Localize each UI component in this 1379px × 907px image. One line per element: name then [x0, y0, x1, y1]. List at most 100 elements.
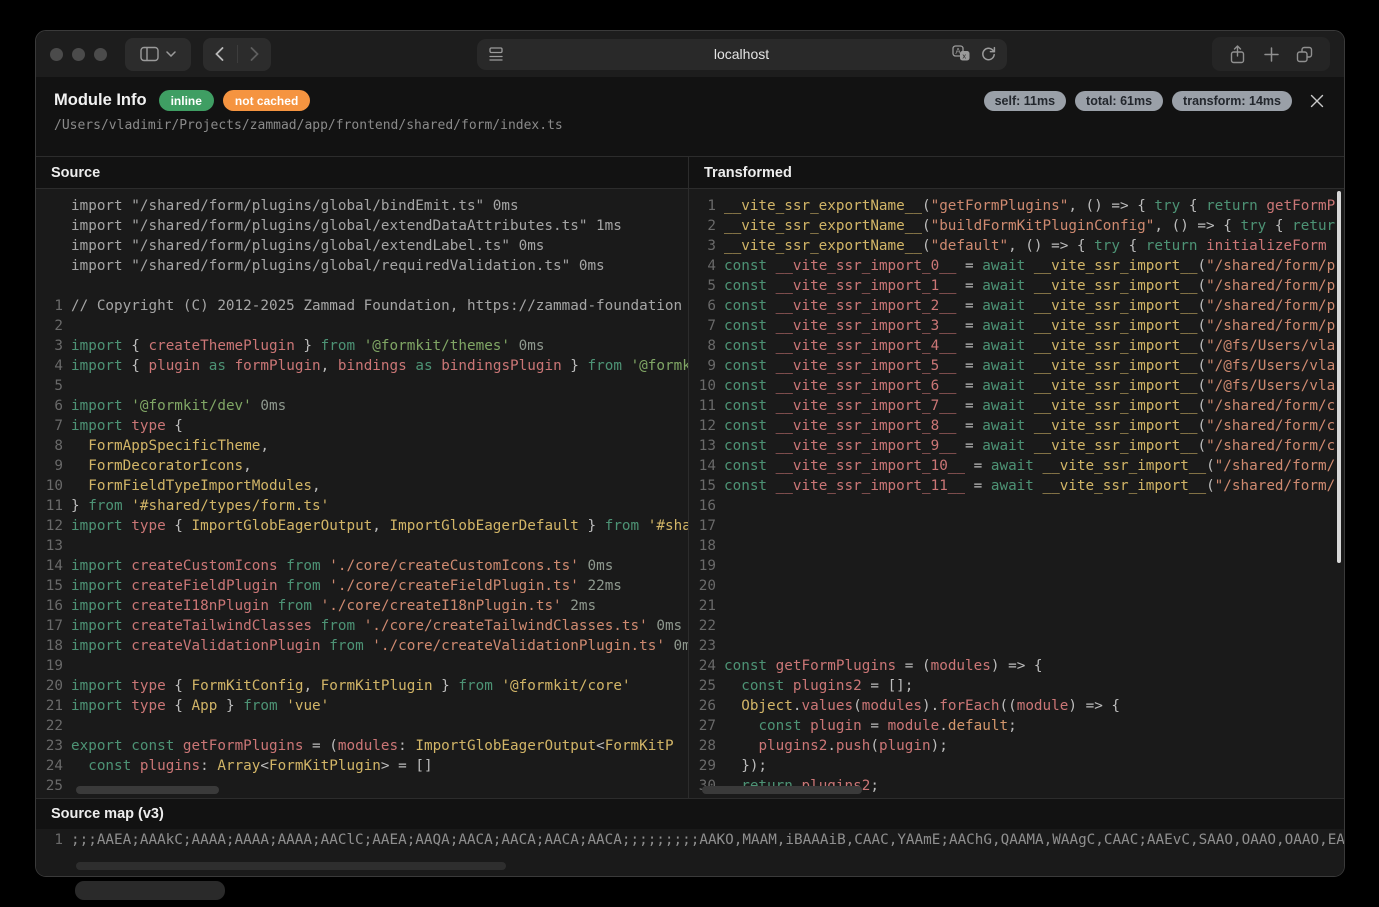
code-line: 3__vite_ssr_exportName__("default", () =…	[689, 236, 1344, 256]
transform-time-badge: transform: 14ms	[1172, 91, 1292, 111]
code-line: 6import '@formkit/dev' 0ms	[36, 396, 688, 416]
code-line: 23export const getFormPlugins = (modules…	[36, 736, 688, 756]
code-line: 4import { plugin as formPlugin, bindings…	[36, 356, 688, 376]
sourcemap-hscrollbar[interactable]	[76, 862, 506, 870]
share-icon[interactable]	[1229, 45, 1246, 64]
total-time-badge: total: 61ms	[1075, 91, 1163, 111]
code-line: 16	[689, 496, 1344, 516]
transformed-code-block[interactable]: 1__vite_ssr_exportName__("getFormPlugins…	[689, 189, 1344, 798]
transformed-panel: Transformed 1__vite_ssr_exportName__("ge…	[689, 157, 1344, 798]
sourcemap-code-block[interactable]: 1 ;;;AAEA;AAAkC;AAAA;AAAA;AAAA;AAClC;AAE…	[36, 829, 1344, 876]
sourcemap-line-number: 1	[36, 829, 71, 851]
tab-overview-icon[interactable]	[1296, 46, 1313, 63]
code-line: 29 });	[689, 756, 1344, 776]
code-line: 21	[689, 596, 1344, 616]
code-line: 10 FormFieldTypeImportModules,	[36, 476, 688, 496]
sourcemap-title: Source map (v3)	[36, 799, 1344, 829]
code-line: import "/shared/form/plugins/global/exte…	[36, 216, 688, 236]
transformed-hscrollbar[interactable]	[702, 786, 862, 794]
code-line: 8const __vite_ssr_import_4__ = await __v…	[689, 336, 1344, 356]
forward-button[interactable]	[238, 38, 272, 71]
not-cached-badge: not cached	[223, 90, 310, 111]
code-line: 8 FormAppSpecificTheme,	[36, 436, 688, 456]
page-vscrollbar[interactable]	[1337, 191, 1341, 563]
code-line: 19	[689, 556, 1344, 576]
close-window-button[interactable]	[50, 48, 63, 61]
code-line: 22	[36, 716, 688, 736]
code-line: 2	[36, 316, 688, 336]
dock-hint-bar	[75, 881, 225, 900]
self-time-badge: self: 11ms	[984, 91, 1066, 111]
code-line: 16import createI18nPlugin from './core/c…	[36, 596, 688, 616]
code-line: 10const __vite_ssr_import_6__ = await __…	[689, 376, 1344, 396]
code-line: 1// Copyright (C) 2012-2025 Zammad Found…	[36, 296, 688, 316]
toolbar-right-buttons	[1212, 37, 1330, 71]
code-line: 13const __vite_ssr_import_9__ = await __…	[689, 436, 1344, 456]
traffic-lights	[50, 48, 107, 61]
code-line: 20	[689, 576, 1344, 596]
url-text: localhost	[714, 46, 769, 62]
code-line: 15const __vite_ssr_import_11__ = await _…	[689, 476, 1344, 496]
code-line: import "/shared/form/plugins/global/bind…	[36, 196, 688, 216]
svg-text:x: x	[962, 51, 966, 60]
page-title: Module Info	[54, 91, 147, 110]
address-bar[interactable]: localhost A x	[477, 39, 1007, 70]
sourcemap-mappings: ;;;AAEA;AAAkC;AAAA;AAAA;AAAA;AAClC;AAEA;…	[71, 829, 1344, 851]
code-line: 14const __vite_ssr_import_10__ = await _…	[689, 456, 1344, 476]
code-line: 20import type { FormKitConfig, FormKitPl…	[36, 676, 688, 696]
sidebar-icon	[140, 46, 159, 62]
source-panel: Source import "/shared/form/plugins/glob…	[36, 157, 689, 798]
code-line: 18	[689, 536, 1344, 556]
code-line: 3import { createThemePlugin } from '@for…	[36, 336, 688, 356]
code-line: 13	[36, 536, 688, 556]
transformed-panel-title: Transformed	[689, 157, 1344, 189]
sourcemap-line: 1 ;;;AAEA;AAAkC;AAAA;AAAA;AAAA;AAClC;AAE…	[36, 829, 1344, 851]
zoom-window-button[interactable]	[94, 48, 107, 61]
module-header: Module Info inline not cached self: 11ms…	[36, 77, 1344, 156]
code-line: 9const __vite_ssr_import_5__ = await __v…	[689, 356, 1344, 376]
sourcemap-section: Source map (v3) 1 ;;;AAEA;AAAkC;AAAA;AAA…	[36, 799, 1344, 876]
browser-window: localhost A x	[35, 30, 1345, 877]
reader-icon[interactable]	[488, 46, 504, 63]
translate-icon[interactable]: A x	[952, 45, 970, 62]
url-area: localhost A x	[283, 39, 1200, 70]
code-line: 22	[689, 616, 1344, 636]
code-line: 25 const plugins2 = [];	[689, 676, 1344, 696]
nav-buttons	[203, 38, 271, 71]
code-line: 1__vite_ssr_exportName__("getFormPlugins…	[689, 196, 1344, 216]
code-line: 6const __vite_ssr_import_2__ = await __v…	[689, 296, 1344, 316]
code-line: 19	[36, 656, 688, 676]
code-line: 26 Object.values(modules).forEach((modul…	[689, 696, 1344, 716]
code-line: 14import createCustomIcons from './core/…	[36, 556, 688, 576]
inline-badge: inline	[159, 90, 214, 111]
code-line: 11} from '#shared/types/form.ts'	[36, 496, 688, 516]
code-line: 24const getFormPlugins = (modules) => {	[689, 656, 1344, 676]
minimize-window-button[interactable]	[72, 48, 85, 61]
code-line: 7import type {	[36, 416, 688, 436]
close-button[interactable]	[1308, 92, 1326, 110]
new-tab-icon[interactable]	[1264, 47, 1279, 62]
code-line: 17import createTailwindClasses from './c…	[36, 616, 688, 636]
code-line: 5const __vite_ssr_import_1__ = await __v…	[689, 276, 1344, 296]
code-line: import "/shared/form/plugins/global/requ…	[36, 256, 688, 276]
code-line: 2__vite_ssr_exportName__("buildFormKitPl…	[689, 216, 1344, 236]
code-line: 17	[689, 516, 1344, 536]
back-button[interactable]	[203, 38, 237, 71]
code-line: 15import createFieldPlugin from './core/…	[36, 576, 688, 596]
code-line: 23	[689, 636, 1344, 656]
code-line: 7const __vite_ssr_import_3__ = await __v…	[689, 316, 1344, 336]
chevron-down-icon	[166, 51, 176, 57]
browser-toolbar: localhost A x	[36, 31, 1344, 77]
source-hscrollbar[interactable]	[76, 786, 219, 794]
close-icon	[1310, 94, 1324, 108]
module-path: /Users/vladimir/Projects/zammad/app/fron…	[54, 118, 1326, 133]
code-line: 24 const plugins: Array<FormKitPlugin> =…	[36, 756, 688, 776]
reload-icon[interactable]	[980, 45, 997, 62]
code-line: 27 const plugin = module.default;	[689, 716, 1344, 736]
code-line: 5	[36, 376, 688, 396]
sidebar-toggle-button[interactable]	[125, 38, 191, 71]
code-line: 11const __vite_ssr_import_7__ = await __…	[689, 396, 1344, 416]
code-line: 12const __vite_ssr_import_8__ = await __…	[689, 416, 1344, 436]
code-line: 21import type { App } from 'vue'	[36, 696, 688, 716]
source-code-block[interactable]: import "/shared/form/plugins/global/bind…	[36, 189, 688, 798]
